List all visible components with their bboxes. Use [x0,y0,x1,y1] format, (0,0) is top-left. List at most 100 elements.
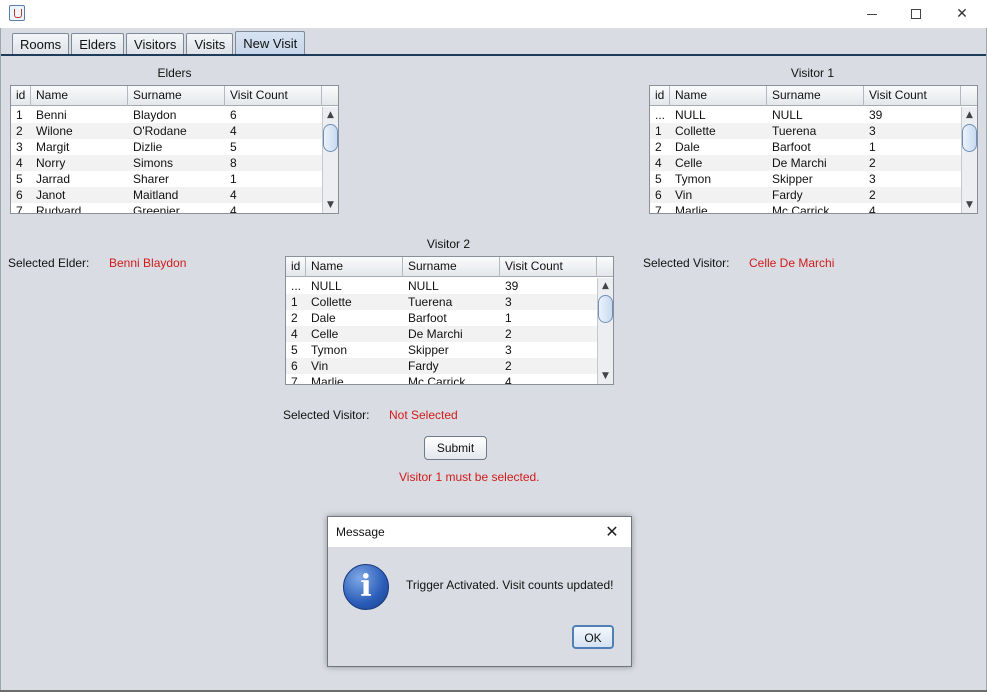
vertical-scrollbar[interactable]: ▲ ▼ [322,107,338,213]
scroll-up-icon[interactable]: ▲ [962,107,977,123]
dialog-close-button[interactable]: ✕ [600,521,624,543]
table-cell: 3 [505,295,512,309]
column-header[interactable]: Name [31,86,128,106]
minimize-icon [867,13,877,15]
table-cell: Marlie [675,204,708,213]
table-cell: Rudyard [36,204,82,213]
table-row[interactable]: 4 Celle De Marchi 2 [650,155,961,171]
visitor2-table[interactable]: id Name Surname Visit Count... NULL NULL 39 1 Co… [285,256,614,385]
table-cell: 4 [505,375,512,384]
table-row[interactable]: 4 Norry Simons 8 [11,155,322,171]
table-cell: Jarrad [36,172,71,186]
table-cell: 4 [230,204,237,213]
table-row[interactable]: 1 Collette Tuerena 3 [650,123,961,139]
tab-divider [1,54,986,56]
scroll-up-icon[interactable]: ▲ [598,278,613,294]
table-row[interactable]: 2 Dale Barfoot 1 [650,139,961,155]
table-row[interactable]: 4 Celle De Marchi 2 [286,326,597,342]
scroll-thumb[interactable] [323,124,338,152]
table-row[interactable]: 7 Rudyard Greenier 4 [11,203,322,213]
table-row[interactable]: 6 Janot Maitland 4 [11,187,322,203]
window-title-bar: ✕ [0,0,987,28]
scroll-down-icon[interactable]: ▼ [962,197,977,213]
vertical-scrollbar[interactable]: ▲ ▼ [597,278,613,384]
table-cell: Celle [311,327,339,341]
visitor1-table[interactable]: id Name Surname Visit Count... NULL NULL 39 1 Co… [649,85,978,214]
table-cell: 7 [291,375,298,384]
table-row[interactable]: 7 Marlie Mc Carrick 4 [286,374,597,384]
table-row[interactable]: 5 Tymon Skipper 3 [286,342,597,358]
table-cell: Maitland [133,188,179,202]
table-cell: Marlie [311,375,344,384]
table-cell: De Marchi [408,327,463,341]
table-cell: Skipper [772,172,813,186]
table-row[interactable]: 6 Vin Fardy 2 [650,187,961,203]
table-row[interactable]: 5 Jarrad Sharer 1 [11,171,322,187]
column-header[interactable]: Name [670,86,767,106]
table-cell: 4 [655,156,662,170]
column-header[interactable]: Surname [403,257,500,277]
selected-visitor1-value: Celle De Marchi [749,256,835,270]
table-row[interactable]: 6 Vin Fardy 2 [286,358,597,374]
column-header[interactable]: id [11,86,31,106]
minimize-button[interactable] [849,0,895,28]
scroll-down-icon[interactable]: ▼ [598,368,613,384]
table-row[interactable]: 2 Dale Barfoot 1 [286,310,597,326]
table-cell: Benni [36,108,67,122]
table-cell: 1 [655,124,662,138]
column-header[interactable]: Visit Count [864,86,961,106]
table-cell: 4 [869,204,876,213]
table-cell: 6 [16,188,23,202]
tab-visitors[interactable]: Visitors [126,33,185,55]
table-cell: 6 [291,359,298,373]
table-row[interactable]: 3 Margit Dizlie 5 [11,139,322,155]
column-header[interactable]: Visit Count [225,86,322,106]
table-body: ... NULL NULL 39 1 Collette Tuerena 3 2 Dale Barfo… [286,278,597,384]
table-cell: Barfoot [772,140,811,154]
table-row[interactable]: 2 Wilone O'Rodane 4 [11,123,322,139]
column-header[interactable]: id [650,86,670,106]
table-cell: Vin [311,359,329,373]
column-header[interactable]: Name [306,257,403,277]
column-header[interactable]: id [286,257,306,277]
table-cell: Celle [675,156,703,170]
tab-visits[interactable]: Visits [186,33,234,55]
table-cell: 4 [230,188,237,202]
maximize-button[interactable] [893,0,939,28]
table-cell: ... [291,279,302,293]
submit-button[interactable]: Submit [424,436,487,460]
table-cell: Dizlie [133,140,163,154]
table-cell: 2 [505,327,512,341]
column-header[interactable]: Surname [767,86,864,106]
close-window-button[interactable]: ✕ [939,0,985,28]
table-cell: Simons [133,156,174,170]
tab-elders[interactable]: Elders [71,33,125,55]
ok-button[interactable]: OK [572,625,614,649]
scroll-thumb[interactable] [598,295,613,323]
scroll-up-icon[interactable]: ▲ [323,107,338,123]
table-cell: Dale [311,311,336,325]
visitor1-title: Visitor 1 [790,66,835,80]
column-header[interactable]: Surname [128,86,225,106]
table-row[interactable]: ... NULL NULL 39 [650,107,961,123]
elders-table[interactable]: id Name Surname Visit Count 1 Benni Blaydon 6 2 W… [10,85,339,214]
scroll-thumb[interactable] [962,124,977,152]
tab-new-visit[interactable]: New Visit [235,31,306,55]
table-cell: 1 [16,108,23,122]
table-row[interactable]: 1 Collette Tuerena 3 [286,294,597,310]
table-cell: Vin [675,188,693,202]
selected-visitor1-label: Selected Visitor: [643,256,730,270]
table-row[interactable]: 7 Marlie Mc Carrick 4 [650,203,961,213]
vertical-scrollbar[interactable]: ▲ ▼ [961,107,977,213]
table-cell: 39 [869,108,883,122]
table-row[interactable]: ... NULL NULL 39 [286,278,597,294]
table-cell: 2 [869,188,876,202]
table-cell: Skipper [408,343,449,357]
column-header[interactable]: Visit Count [500,257,597,277]
message-dialog: Message ✕ i Trigger Activated. Visit cou… [327,516,632,667]
scroll-down-icon[interactable]: ▼ [323,197,338,213]
table-row[interactable]: 1 Benni Blaydon 6 [11,107,322,123]
tab-rooms[interactable]: Rooms [12,33,70,55]
table-cell: 6 [230,108,237,122]
table-row[interactable]: 5 Tymon Skipper 3 [650,171,961,187]
